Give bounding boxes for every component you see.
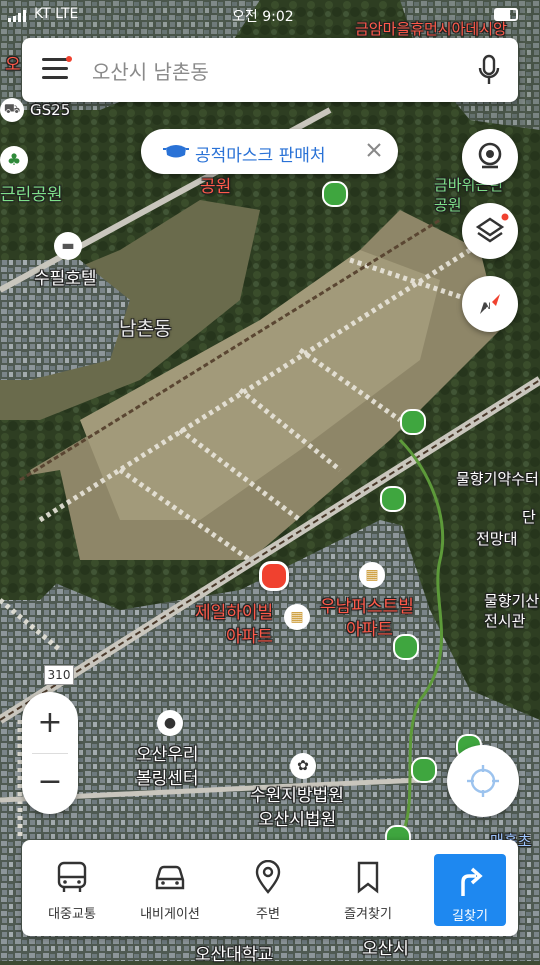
zoom-out-button[interactable]: − — [22, 753, 78, 814]
street-view-icon — [478, 142, 502, 169]
park-icon[interactable]: ♣ — [0, 146, 28, 174]
apartment-icon[interactable]: ▦ — [284, 604, 310, 630]
bowling-icon[interactable]: ● — [157, 710, 183, 736]
nav-favorites[interactable]: 즐겨찾기 — [320, 840, 416, 936]
compass-button[interactable]: N — [462, 276, 518, 332]
search-bar[interactable]: 오산시 남촌동 — [22, 38, 518, 102]
map-label-jeonmangdae: 전망대 — [476, 530, 518, 548]
directions-label: 길찾기 — [452, 909, 488, 924]
close-icon[interactable] — [364, 140, 384, 160]
map-label-top-left: 오 — [5, 55, 21, 75]
mask-seller-label: 공적마스크 판매처 — [195, 146, 326, 166]
map-label-dan: 단 — [522, 508, 536, 526]
map-label-osan-city: 오산시 — [362, 939, 409, 959]
layers-button[interactable] — [462, 203, 518, 259]
bookmark-icon — [352, 860, 384, 894]
zoom-control: + − — [22, 692, 78, 814]
map-label-court-2: 오산시법원 — [258, 810, 337, 830]
crosshair-icon — [467, 765, 499, 797]
map-label-mulhyang: 물향기약수터 — [456, 470, 539, 488]
zoom-in-button[interactable]: + — [22, 692, 78, 753]
nav-navigation[interactable]: 내비게이션 — [122, 840, 218, 936]
menu-icon[interactable] — [42, 58, 68, 80]
layers-icon — [475, 213, 509, 243]
signal-icon — [8, 10, 30, 22]
trail-marker-icon[interactable] — [411, 757, 437, 783]
status-bar: KT LTE 오전 9:02 — [0, 0, 540, 32]
map-label-apt-left-2: 아파트 — [226, 627, 273, 647]
map-label-bowling-2: 볼링센터 — [136, 769, 199, 789]
hotel-icon[interactable]: ▬ — [54, 232, 82, 260]
car-icon — [154, 860, 186, 894]
nav-nearby[interactable]: 주변 — [220, 840, 316, 936]
convenience-store-icon[interactable]: ⛟ — [0, 98, 24, 122]
notification-dot — [66, 56, 72, 62]
trail-marker-icon[interactable] — [393, 634, 419, 660]
park-marker-icon[interactable] — [322, 181, 348, 207]
status-time: 오전 9:02 — [232, 9, 294, 25]
trail-marker-icon[interactable] — [400, 409, 426, 435]
trail-marker-icon[interactable] — [380, 486, 406, 512]
map-label-court-1: 수원지방법원 — [250, 786, 344, 806]
road-number-badge: 310 — [44, 665, 74, 685]
directions-button[interactable]: 길찾기 — [434, 854, 506, 926]
nav-label: 내비게이션 — [140, 907, 200, 922]
search-input[interactable]: 오산시 남촌동 — [92, 56, 209, 85]
map-label-apt-right-2: 아파트 — [346, 620, 393, 640]
map-label-apt-right-1: 우남퍼스트빌 — [320, 597, 414, 617]
map-label-apt-left-1: 제일하이빌 — [195, 603, 274, 623]
my-location-button[interactable] — [447, 745, 519, 817]
face-mask-icon — [163, 142, 189, 160]
map-label-park-mid: 공원 — [200, 177, 232, 197]
current-location-marker[interactable] — [259, 561, 289, 591]
mask-seller-chip[interactable]: 공적마스크 판매처 — [141, 129, 398, 174]
map-label-hotel: 수필호텔 — [34, 269, 97, 289]
map-label-university: 오산대학교 — [195, 945, 274, 965]
court-icon[interactable]: ✿ — [290, 753, 316, 779]
location-pin-icon — [252, 859, 284, 894]
map-label-exhibit: 전시관 — [484, 612, 526, 630]
microphone-icon[interactable] — [476, 54, 502, 86]
nav-label: 주변 — [256, 907, 280, 922]
turn-right-arrow-icon — [461, 867, 483, 896]
map-label-mulhyang2: 물향기산 — [484, 592, 540, 610]
nav-public-transit[interactable]: 대중교통 — [24, 840, 120, 936]
nav-label: 즐겨찾기 — [344, 907, 392, 922]
carrier-label: KT LTE — [34, 6, 79, 22]
bus-icon — [56, 860, 88, 894]
compass-icon: N — [480, 294, 500, 314]
battery-icon — [494, 8, 518, 21]
map-label-bowling-1: 오산우리 — [136, 745, 199, 765]
street-view-button[interactable] — [462, 129, 518, 185]
map-label-gs25: GS25 — [30, 101, 71, 119]
apartment-icon[interactable]: ▦ — [359, 562, 385, 588]
map-label-park-left: 근린공원 — [0, 185, 63, 205]
nav-label: 대중교통 — [48, 907, 96, 922]
bottom-navigation: 대중교통 내비게이션 주변 즐겨찾기 길찾기 — [22, 840, 518, 936]
svg-text:N: N — [484, 302, 491, 312]
map-label-neighborhood: 남촌동 — [119, 318, 172, 340]
